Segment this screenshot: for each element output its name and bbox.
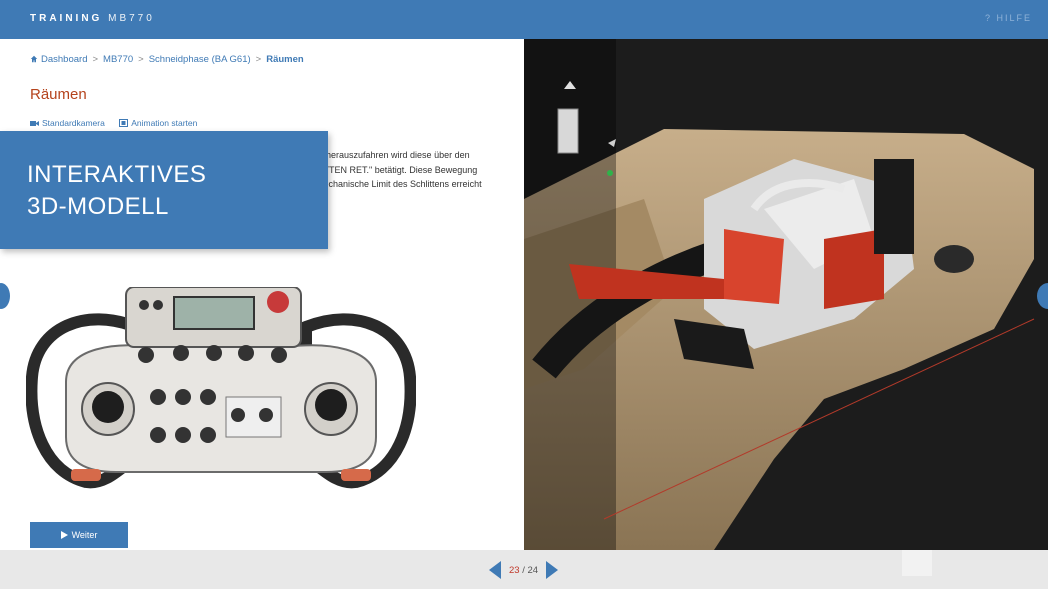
status-dot: [607, 170, 613, 176]
weiter-label: Weiter: [71, 530, 98, 540]
3d-model-viewer[interactable]: [524, 39, 1048, 550]
breadcrumb: Dashboard > MB770 > Schneidphase (BA G61) > Rä…: [30, 54, 304, 65]
app-brand: TRAINING MB770: [30, 13, 155, 24]
standard-camera-button[interactable]: Standardkamera: [30, 118, 105, 128]
breadcrumb-schneidphase[interactable]: Schneidphase (BA G61): [149, 54, 251, 65]
interactive-3d-banner: INTERAKTIVES 3D-MODELL: [0, 131, 328, 249]
banner-line-1: INTERAKTIVES: [27, 161, 207, 188]
3d-scene: [524, 39, 1035, 550]
description-line: LITTEN RET." betätigt. Diese Bewegung: [316, 164, 478, 175]
start-animation-label: Animation starten: [131, 118, 198, 128]
film-icon: [119, 119, 129, 127]
brand-training: TRAINING: [30, 13, 103, 24]
breadcrumb-dashboard[interactable]: Dashboard: [41, 54, 87, 65]
viewer-toolbar-figure: [557, 108, 579, 154]
banner-line-2: 3D-MODELL: [27, 193, 169, 220]
breadcrumb-mb770[interactable]: MB770: [103, 54, 133, 65]
page-title: Räumen: [30, 86, 87, 103]
page-counter: 23 / 24: [509, 565, 538, 576]
home-icon: [30, 55, 38, 63]
current-page: 23: [509, 565, 520, 576]
breadcrumb-separator: >: [138, 54, 144, 65]
footer-bar: 23 / 24: [0, 550, 1048, 589]
description-line: mechanische Limit des Schlittens erreich…: [316, 179, 482, 189]
page-separator: /: [519, 565, 528, 576]
brand-model: MB770: [108, 13, 155, 24]
video-camera-icon: [30, 121, 39, 126]
start-animation-button[interactable]: Animation starten: [119, 118, 197, 128]
play-icon: [60, 531, 68, 539]
watermark-logo: [902, 550, 932, 576]
total-pages: 24: [527, 565, 539, 576]
description-text: ut herauszufahren wird diese über den LI…: [316, 148, 516, 192]
breadcrumb-separator: >: [255, 54, 262, 65]
pager: 23 / 24: [489, 561, 559, 579]
remote-control-image: [26, 287, 416, 489]
top-bar: TRAINING MB770 ? HILFE: [0, 0, 1048, 39]
standard-camera-label: Standardkamera: [42, 118, 105, 128]
content-actions: Standardkamera Animation starten: [30, 118, 209, 128]
breadcrumb-current: Räumen: [266, 54, 304, 65]
breadcrumb-separator: >: [92, 54, 99, 65]
help-link[interactable]: ? HILFE: [985, 13, 1032, 23]
next-page-button[interactable]: [546, 561, 558, 579]
previous-page-button[interactable]: [489, 561, 501, 579]
content-panel: Dashboard > MB770 > Schneidphase (BA G61) > Rä…: [0, 39, 524, 550]
weiter-button[interactable]: Weiter: [30, 522, 128, 548]
description-line: ut herauszufahren wird diese über den: [316, 150, 470, 160]
